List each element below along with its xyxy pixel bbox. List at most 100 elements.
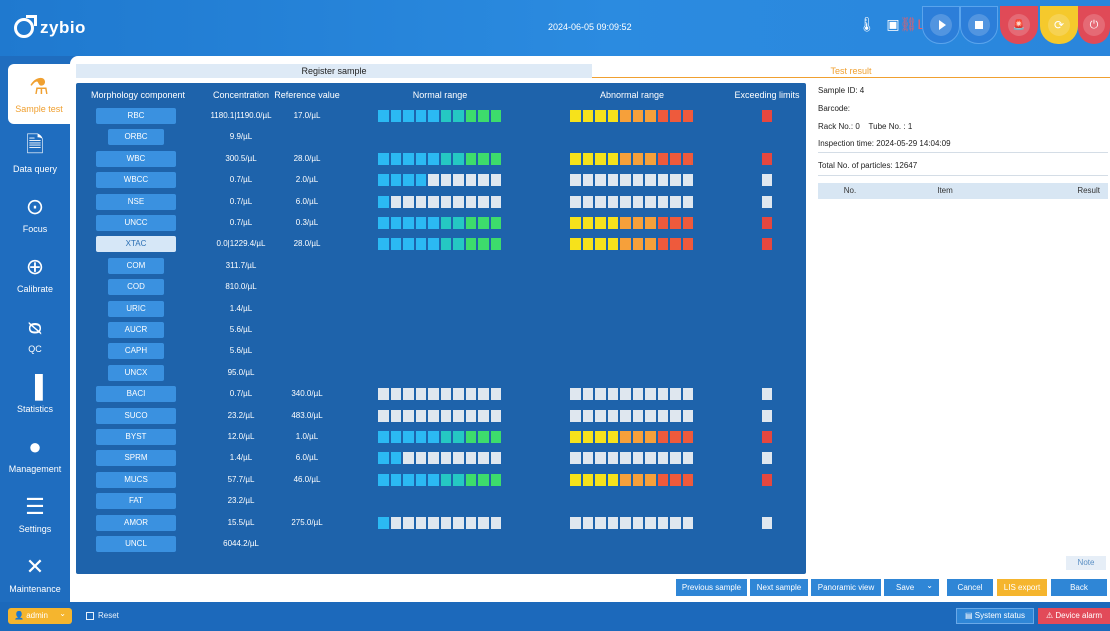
tab-test-result[interactable]: Test result bbox=[592, 64, 1110, 78]
range-cell bbox=[570, 195, 581, 208]
table-row: ORBC 9.9/µL bbox=[76, 129, 806, 147]
range-cell bbox=[453, 473, 464, 486]
component-button[interactable]: RBC bbox=[96, 108, 176, 124]
sidebar-item-data-query[interactable]: 🗎 Data query bbox=[0, 124, 70, 184]
range-cell bbox=[453, 452, 464, 465]
exceeding-limit-indicator bbox=[762, 409, 772, 422]
component-button[interactable]: WBCC bbox=[96, 172, 176, 189]
table-row: SPRM 1.4/µL 6.0/µL bbox=[76, 450, 806, 468]
range-cell bbox=[632, 238, 643, 251]
component-button[interactable]: URIC bbox=[108, 300, 164, 317]
range-cell bbox=[490, 516, 501, 529]
range-cell bbox=[465, 174, 476, 187]
system-status-button[interactable]: ▤ System status bbox=[956, 608, 1034, 624]
range-cell bbox=[390, 452, 401, 465]
barcode: Barcode: bbox=[818, 104, 851, 113]
emergency-button[interactable]: 🚨 bbox=[1000, 6, 1038, 44]
component-button[interactable]: BYST bbox=[96, 429, 176, 445]
normal-range-bar bbox=[378, 409, 501, 422]
sidebar-item-settings[interactable]: ☰ Settings bbox=[0, 484, 70, 544]
previous-sample-button[interactable]: Previous sample bbox=[676, 579, 747, 596]
component-button[interactable]: ORBC bbox=[108, 129, 164, 146]
range-cell bbox=[440, 152, 451, 165]
reset-button[interactable]: Reset bbox=[86, 611, 119, 620]
device-alarm-button[interactable]: ⚠ Device alarm bbox=[1038, 608, 1110, 624]
rack-tube: Rack No.: 0 Tube No. : 1 bbox=[818, 122, 913, 131]
range-cell bbox=[453, 409, 464, 422]
exceeding-limit-indicator bbox=[762, 388, 772, 401]
component-button[interactable]: XTAC bbox=[96, 236, 176, 253]
range-cell bbox=[415, 473, 426, 486]
range-cell bbox=[378, 152, 389, 165]
sidebar-item-statistics[interactable]: ▐ Statistics bbox=[0, 364, 70, 424]
focus-target-icon: ⊙ bbox=[25, 194, 45, 219]
result-table-header: No. Item Result bbox=[818, 183, 1108, 199]
range-cell bbox=[490, 452, 501, 465]
sidebar-item-calibrate[interactable]: ⊕ Calibrate bbox=[0, 244, 70, 304]
component-button[interactable]: COD bbox=[108, 279, 164, 296]
sidebar-item-maintenance[interactable]: ✕ Maintenance bbox=[0, 544, 70, 604]
next-sample-button[interactable]: Next sample bbox=[750, 579, 808, 596]
component-button[interactable]: COM bbox=[108, 257, 164, 274]
refresh-button[interactable]: ⟳ bbox=[1040, 6, 1078, 44]
sidebar-item-qc[interactable]: ᴓ QC bbox=[0, 304, 70, 364]
note-button[interactable]: Note bbox=[1066, 556, 1106, 570]
range-cell bbox=[645, 195, 656, 208]
range-cell bbox=[428, 388, 439, 401]
range-cell bbox=[657, 110, 668, 122]
concentration-value: 23.2/µL bbox=[227, 496, 255, 506]
sidebar-item-label: Sample test bbox=[15, 104, 63, 114]
component-button[interactable]: WBC bbox=[96, 150, 176, 167]
component-button[interactable]: NSE bbox=[96, 193, 176, 210]
component-button[interactable]: SUCO bbox=[96, 407, 176, 424]
component-button[interactable]: CAPH bbox=[108, 343, 164, 360]
table-row: WBC 300.5/µL 28.0/µL bbox=[76, 150, 806, 169]
range-cell bbox=[682, 174, 693, 187]
range-cell bbox=[582, 174, 593, 187]
power-button[interactable]: ⏻ bbox=[1078, 6, 1110, 44]
thermometer-icon[interactable]: 🌡 bbox=[857, 14, 877, 34]
range-cell bbox=[415, 152, 426, 165]
component-button[interactable]: AMOR bbox=[96, 514, 176, 531]
range-cell bbox=[403, 238, 414, 251]
exceeding-limit-indicator bbox=[762, 152, 772, 165]
range-cell bbox=[490, 195, 501, 208]
reference-value: 28.0/µL bbox=[293, 239, 321, 249]
component-button[interactable]: FAT bbox=[96, 493, 176, 510]
component-button[interactable]: MUCS bbox=[96, 471, 176, 488]
range-cell bbox=[478, 195, 489, 208]
user-menu[interactable]: 👤 admin ⌄ bbox=[8, 608, 72, 624]
abnormal-range-bar bbox=[570, 174, 693, 187]
component-button[interactable]: UNCC bbox=[96, 215, 176, 231]
range-cell bbox=[428, 174, 439, 187]
abnormal-range-bar bbox=[570, 110, 693, 122]
component-button[interactable]: UNCL bbox=[96, 536, 176, 552]
range-cell bbox=[478, 409, 489, 422]
reference-value: 275.0/µL bbox=[291, 517, 323, 527]
range-cell bbox=[620, 473, 631, 486]
plug-icon: ⏻ bbox=[1083, 14, 1105, 36]
sidebar-item-focus[interactable]: ⊙ Focus bbox=[0, 184, 70, 244]
sidebar-item-management[interactable]: ● Management bbox=[0, 424, 70, 484]
save-button[interactable]: Save ⌄ bbox=[884, 579, 939, 596]
start-button[interactable] bbox=[922, 6, 960, 44]
sidebar-item-sample-test[interactable]: ⚗ Sample test bbox=[8, 64, 70, 124]
lis-export-button[interactable]: LIS export bbox=[997, 579, 1047, 596]
range-cell bbox=[440, 174, 451, 187]
tab-register-sample[interactable]: Register sample bbox=[76, 64, 592, 78]
concentration-value: 1.4/µL bbox=[229, 303, 253, 313]
stop-button[interactable] bbox=[960, 6, 998, 44]
warning-icon: ⚠ bbox=[1045, 611, 1054, 620]
normal-range-bar bbox=[378, 431, 501, 443]
component-button[interactable]: UNCX bbox=[108, 364, 164, 381]
back-button[interactable]: Back bbox=[1051, 579, 1107, 596]
col-no: No. bbox=[843, 186, 857, 195]
component-button[interactable]: BACI bbox=[96, 386, 176, 403]
range-cell bbox=[465, 473, 476, 486]
panoramic-view-button[interactable]: Panoramic view bbox=[811, 579, 881, 596]
cancel-button[interactable]: Cancel bbox=[947, 579, 993, 596]
component-button[interactable]: AUCR bbox=[108, 322, 164, 338]
table-row: UNCX 95.0/µL bbox=[76, 364, 806, 383]
component-button[interactable]: SPRM bbox=[96, 450, 176, 467]
range-cell bbox=[453, 431, 464, 443]
